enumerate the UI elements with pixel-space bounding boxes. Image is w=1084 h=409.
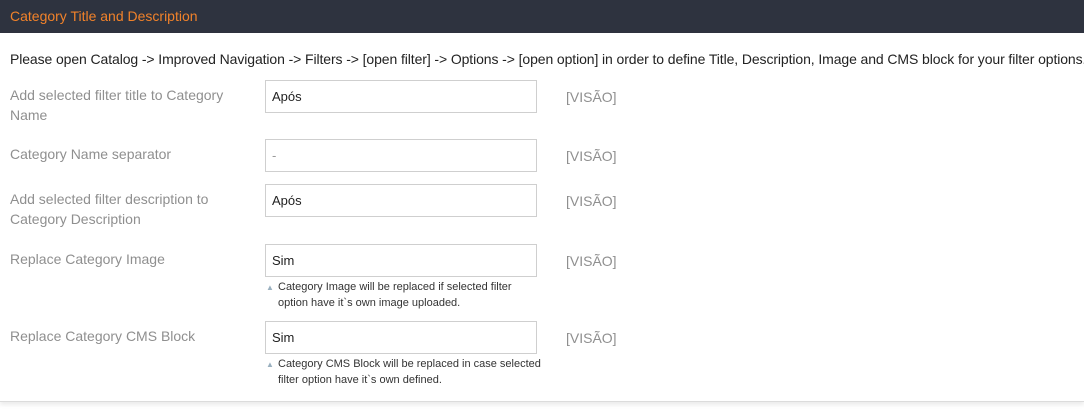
section-header[interactable]: Category Title and Description — [0, 0, 1084, 33]
settings-panel: Please open Catalog -> Improved Navigati… — [0, 33, 1084, 402]
field-note: Category Image will be replaced if selec… — [278, 281, 512, 309]
field-label: Add selected filter description to Categ… — [10, 191, 209, 227]
scope-label: [VISÃO] — [566, 148, 617, 164]
replace-image-select[interactable]: Sim — [265, 244, 537, 277]
field-label: Add selected filter title to Category Na… — [10, 87, 224, 123]
field-label: Replace Category Image — [10, 251, 165, 267]
triangle-up-icon: ▲ — [266, 283, 274, 292]
triangle-up-icon: ▲ — [266, 360, 274, 369]
field-note: Category CMS Block will be replaced in c… — [278, 358, 541, 386]
replace-cms-block-select[interactable]: Sim — [265, 321, 537, 354]
scope-label: [VISÃO] — [566, 330, 617, 346]
field-label: Category Name separator — [10, 146, 172, 162]
scope-label: [VISÃO] — [566, 89, 617, 105]
filter-description-select[interactable]: Após — [265, 184, 537, 217]
help-notice: Please open Catalog -> Improved Navigati… — [10, 51, 1084, 67]
section-title: Category Title and Description — [10, 8, 198, 24]
filter-title-select[interactable]: Após — [265, 80, 537, 113]
scope-label: [VISÃO] — [566, 253, 617, 269]
scope-label: [VISÃO] — [566, 193, 617, 209]
category-name-separator-input[interactable]: - — [265, 139, 537, 172]
field-label: Replace Category CMS Block — [10, 328, 196, 344]
